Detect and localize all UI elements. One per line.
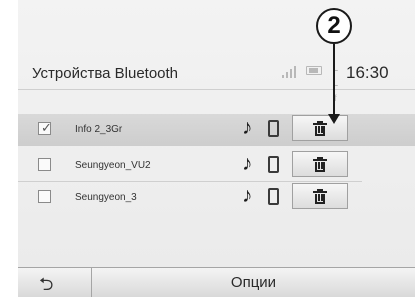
device-name: Seungyeon_3 xyxy=(75,192,137,203)
trash-icon xyxy=(313,189,327,204)
device-row[interactable]: Seungyeon_VU2 ♪ xyxy=(18,150,415,182)
page-title: Устройства Bluetooth xyxy=(32,65,179,82)
battery-icon xyxy=(306,66,322,75)
bottom-bar: ⮌ Опции xyxy=(18,267,415,297)
header: Устройства Bluetooth - - ᶠ 16:30 xyxy=(18,58,415,107)
device-checkbox[interactable]: ✓ xyxy=(38,120,52,135)
music-note-icon: ♪ xyxy=(242,152,253,175)
options-button[interactable]: Опции xyxy=(92,268,415,297)
callout-pointer xyxy=(328,44,340,124)
delete-device-button[interactable] xyxy=(292,183,348,209)
device-checkbox[interactable] xyxy=(38,190,51,203)
music-note-icon: ♪ xyxy=(242,184,253,207)
device-name: Seungyeon_VU2 xyxy=(75,160,151,171)
back-arrow-icon: ⮌ xyxy=(39,274,54,294)
back-button[interactable]: ⮌ xyxy=(18,268,92,297)
phone-icon xyxy=(268,188,279,205)
device-checkbox[interactable] xyxy=(38,158,51,171)
header-divider xyxy=(18,89,415,90)
phone-icon xyxy=(268,156,279,173)
device-name: Info 2_3Gr xyxy=(75,124,123,135)
signal-icon xyxy=(282,64,300,78)
trash-icon xyxy=(313,157,327,172)
options-label: Опции xyxy=(230,274,277,291)
device-row[interactable]: ✓ Info 2_3Gr ♪ xyxy=(18,114,415,146)
delete-device-button[interactable] xyxy=(292,151,348,177)
checkmark-icon: ✓ xyxy=(41,120,52,135)
trash-icon xyxy=(313,121,327,136)
bluetooth-screen: Устройства Bluetooth - - ᶠ 16:30 ✓ Info … xyxy=(18,0,415,297)
callout-number: 2 xyxy=(316,8,352,44)
phone-icon xyxy=(268,120,279,137)
music-note-icon: ♪ xyxy=(242,116,253,139)
clock: 16:30 xyxy=(346,63,389,82)
device-row[interactable]: Seungyeon_3 ♪ xyxy=(18,182,415,214)
